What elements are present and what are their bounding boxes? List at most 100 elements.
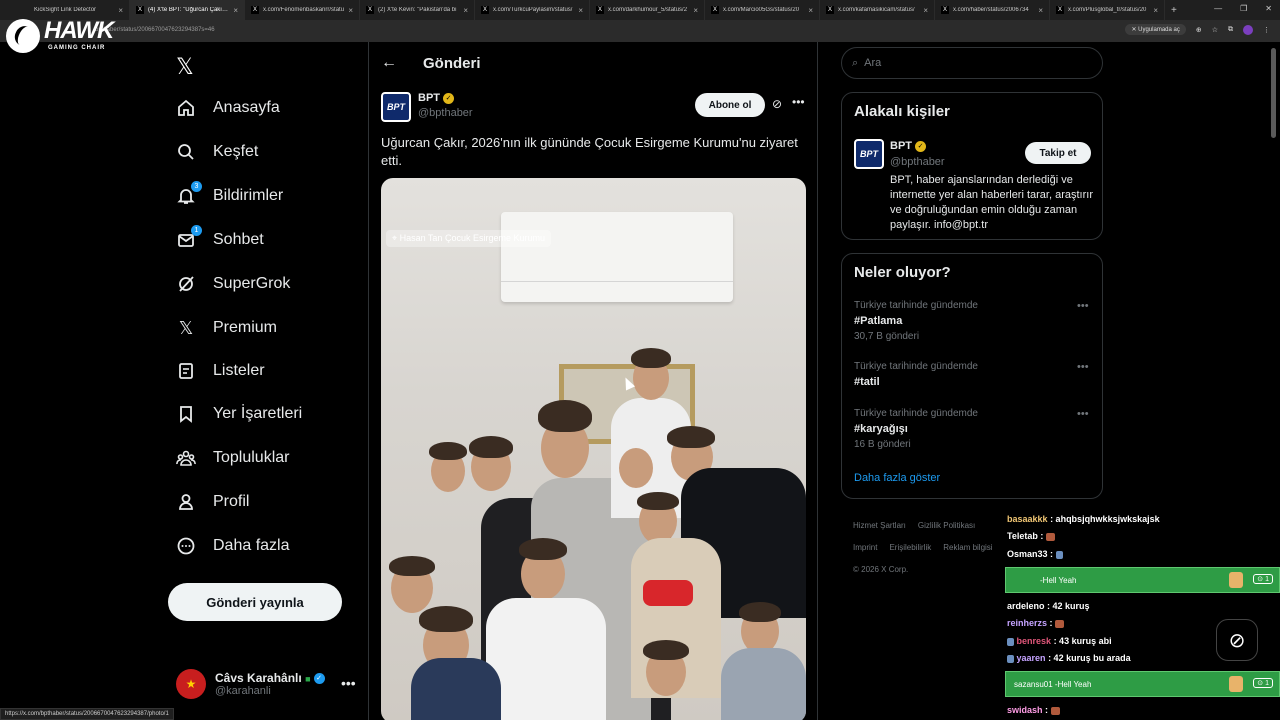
nav-item-bookmarks[interactable]: Yer İşaretleri [176, 404, 302, 424]
more-icon[interactable]: ••• [341, 675, 356, 691]
nav-item-communities[interactable]: Topluluklar [176, 448, 289, 468]
profile-avatar[interactable] [1243, 24, 1253, 35]
close-tab-icon[interactable]: × [1153, 6, 1158, 15]
menu-icon[interactable]: ⋮ [1263, 26, 1270, 34]
close-tab-icon[interactable]: × [118, 6, 123, 15]
nav-item-premium[interactable]: 𝕏 Premium [176, 318, 277, 338]
flag-icon: ■ [305, 674, 311, 684]
x-favicon-icon: X [826, 6, 834, 14]
browser-tab[interactable]: Xx.com/darkhumour_5/status/2 × [590, 0, 705, 20]
chat-highlight: - Hell Yeah ⊙ 1 [1005, 567, 1280, 593]
person-hair [667, 426, 715, 448]
grok-icon: ⊘ [1228, 629, 1246, 652]
badge-icon [1007, 637, 1014, 646]
footer-link[interactable]: Erişilebilirlik [889, 543, 931, 552]
footer-link[interactable]: Reklam bilgisi [943, 543, 992, 552]
close-tab-icon[interactable]: × [808, 6, 813, 15]
person-icon [176, 492, 196, 512]
open-in-app-button[interactable]: ✕ Uygulamada aç [1125, 24, 1186, 35]
post-button[interactable]: Gönderi yayınla [168, 583, 342, 621]
person-hair [631, 348, 671, 368]
browser-tab-bar: KickSight Link Detector × X (4) X'te BPT: … [0, 0, 1280, 20]
related-name[interactable]: BPT [890, 140, 912, 152]
nav-item-explore[interactable]: Keşfet [176, 142, 258, 162]
post-photo[interactable]: ⌖ Hasan Tan Çocuk Esirgeme Kurumu [381, 178, 806, 720]
related-avatar[interactable]: BPT [854, 139, 884, 169]
search-icon: ⌕ [852, 56, 859, 69]
grok-icon[interactable]: ⊘ [772, 97, 782, 111]
author-handle[interactable]: @bpthaber [418, 107, 473, 119]
footer-link[interactable]: Hizmet Şartları [853, 521, 906, 530]
nav-item-home[interactable]: Anasayfa [176, 98, 280, 118]
browser-tab-active[interactable]: X (4) X'te BPT: "Uğurcan Çakır, 2 × [130, 0, 245, 20]
related-handle[interactable]: @bpthaber [890, 156, 945, 168]
extensions-icon[interactable]: ⧉ [1228, 26, 1233, 34]
browser-tab[interactable]: Xx.com/Fenomenbaskanrr/statu × [245, 0, 360, 20]
author-name[interactable]: BPT [418, 92, 440, 104]
close-window-icon[interactable]: ✕ [1265, 4, 1272, 13]
post-author[interactable]: BPT BPT ✓ @bpthaber [381, 92, 473, 122]
chat-message: yaaren : 42 kuruş bu arada [1007, 653, 1131, 663]
show-more-link[interactable]: Daha fazla göster [854, 472, 940, 484]
person-hair [469, 436, 513, 458]
new-tab-icon[interactable]: + [1171, 5, 1177, 16]
chat-message: ardeleno : 42 kuruş [1007, 601, 1090, 611]
location-tag[interactable]: ⌖ Hasan Tan Çocuk Esirgeme Kurumu [386, 230, 551, 247]
browser-tab[interactable]: Xx.com/Marcio05Gs/status/20 × [705, 0, 820, 20]
more-icon[interactable]: ••• [1077, 361, 1089, 373]
browser-tab[interactable]: Xx.com/kafamasikicam/status/× [820, 0, 935, 20]
nav-item-notifications[interactable]: 3 Bildirimler [176, 181, 283, 206]
maximize-icon[interactable]: ❐ [1240, 4, 1247, 13]
browser-tab[interactable]: X (2) X'te Kevin: "Pakistan'da bi × [360, 0, 475, 20]
close-tab-icon[interactable]: × [693, 6, 698, 15]
nav-item-chat[interactable]: 1 Sohbet [176, 225, 264, 250]
search-input[interactable]: Ara [864, 57, 881, 69]
follow-button[interactable]: Takip et [1025, 142, 1091, 164]
address-bar[interactable]: bpthaber/status/2006670047623294387s=46 … [0, 20, 1280, 42]
subscribe-button[interactable]: Abone ol [695, 93, 765, 117]
nav-item-lists[interactable]: Listeler [176, 361, 265, 381]
close-tab-icon[interactable]: × [578, 6, 583, 15]
trend-item[interactable]: Türkiye tarihinde gündemde #Patlama 30,7… [854, 300, 978, 342]
grok-float-button[interactable]: ⊘ [1216, 619, 1258, 661]
nav-item-more[interactable]: Daha fazla [176, 536, 290, 556]
trend-item[interactable]: Türkiye tarihinde gündemde #tatil [854, 361, 978, 388]
chat-highlight: sazansu01 - Hell Yeah ⊙ 1 [1005, 671, 1280, 697]
browser-tab[interactable]: Xx.com/Plusglobal_tr/status/20 × [1050, 0, 1165, 20]
person-hair [643, 640, 689, 660]
more-icon[interactable]: ••• [1077, 300, 1089, 312]
close-tab-icon[interactable]: × [463, 6, 468, 15]
nav-item-profile[interactable]: Profil [176, 492, 249, 512]
more-icon[interactable]: ••• [792, 95, 805, 109]
x-favicon-icon: X [251, 6, 259, 14]
account-switcher[interactable]: ★ Câvs Karahânlı ■ ✓ @karahanli ••• [176, 669, 356, 699]
status-url: https://x.com/bpthaber/status/2006670047… [0, 708, 174, 720]
footer-link[interactable]: Gizlilik Politikası [918, 521, 975, 530]
close-tab-icon[interactable]: × [1038, 6, 1043, 15]
star-icon[interactable]: ☆ [1212, 26, 1218, 34]
trend-item[interactable]: Türkiye tarihinde gündemde #karyağışı 16… [854, 408, 978, 450]
browser-tab[interactable]: Xx.com/TurkcuPaylasim/status/× [475, 0, 590, 20]
home-icon [176, 98, 196, 118]
post-column: ← Gönderi BPT BPT ✓ @bpthaber Abone ol ⊘ … [368, 42, 818, 720]
minimize-icon[interactable]: — [1214, 4, 1222, 13]
nav-item-supergrok[interactable]: SuperGrok [176, 274, 290, 294]
x-logo-icon[interactable]: 𝕏 [176, 54, 194, 80]
scrollbar[interactable] [1271, 48, 1276, 138]
close-tab-icon[interactable]: × [233, 6, 238, 15]
browser-tab[interactable]: Xx.com/haber/status/2006734 × [935, 0, 1050, 20]
more-icon[interactable]: ••• [1077, 408, 1089, 420]
close-tab-icon[interactable]: × [923, 6, 928, 15]
emote-icon [1055, 550, 1063, 559]
zoom-icon[interactable]: ⊕ [1196, 26, 1202, 34]
person-face [619, 448, 653, 488]
person-hair [419, 606, 473, 632]
close-tab-icon[interactable]: × [348, 6, 353, 15]
search-bar[interactable]: ⌕ Ara [841, 47, 1103, 79]
back-arrow-icon[interactable]: ← [381, 54, 397, 72]
account-avatar: ★ [176, 669, 206, 699]
author-avatar[interactable]: BPT [381, 92, 411, 122]
footer-link[interactable]: Imprint [853, 543, 877, 552]
hawk-logo-overlay: HAWK GAMING CHAIR [4, 17, 114, 57]
person-figure [411, 658, 501, 720]
